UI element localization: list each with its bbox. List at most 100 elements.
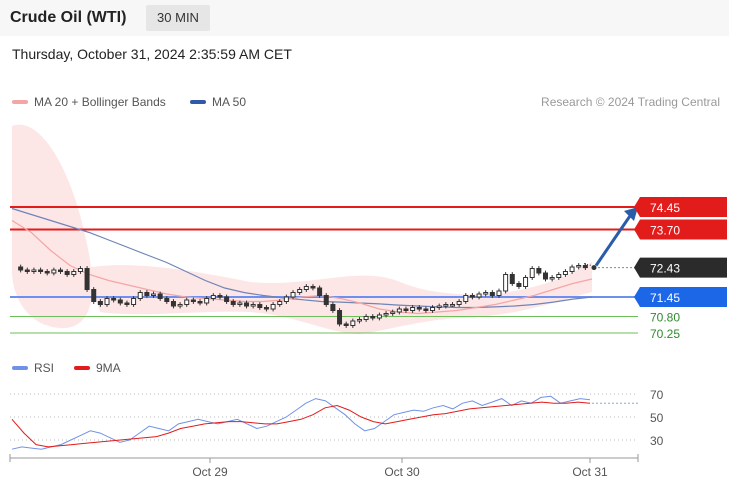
candle-body xyxy=(556,274,562,278)
candle-body xyxy=(151,293,157,296)
candle-body xyxy=(496,290,502,296)
candle-body xyxy=(204,298,210,304)
candle-body xyxy=(210,295,216,299)
candle-body xyxy=(523,277,529,287)
price-chart: 74.45 73.70 72.43 71.45 70.80 70.25 70 50 30 Oct … xyxy=(9,124,727,479)
candle-body xyxy=(403,308,409,311)
candle-body xyxy=(24,269,30,272)
level-label-0: 74.45 xyxy=(650,201,680,215)
level-label-1: 73.70 xyxy=(650,224,680,238)
candle-body xyxy=(430,307,436,311)
candle-body xyxy=(536,268,542,274)
candle-body xyxy=(124,302,130,305)
candle-body xyxy=(337,310,343,325)
candle-body xyxy=(131,298,137,305)
candle-body xyxy=(44,271,50,274)
candle-body xyxy=(529,268,535,278)
candle-body xyxy=(343,323,349,326)
candle-body xyxy=(396,308,402,313)
candle-body xyxy=(117,299,123,304)
candle-body xyxy=(97,301,103,305)
candle-body xyxy=(330,304,336,311)
candle-body xyxy=(58,269,64,272)
candle-body xyxy=(197,301,203,304)
level-tag-2 xyxy=(634,257,727,278)
candle-body xyxy=(363,316,369,320)
candle-body xyxy=(443,304,449,307)
x-tick-label: Oct 30 xyxy=(384,465,420,479)
candle-body xyxy=(356,319,362,322)
candle-body xyxy=(91,289,97,302)
candle-body xyxy=(111,298,117,301)
level-label-3: 71.45 xyxy=(650,291,680,305)
candle-body xyxy=(370,316,376,319)
candle-body xyxy=(317,287,323,296)
candle-body xyxy=(463,295,469,302)
candle-body xyxy=(297,289,303,293)
candle-body xyxy=(516,283,522,287)
candle-body xyxy=(469,295,475,298)
candle-body xyxy=(476,293,482,298)
candle-body xyxy=(549,277,555,280)
x-tick-label: Oct 29 xyxy=(192,465,228,479)
candle-body xyxy=(177,304,183,307)
candle-body xyxy=(64,271,70,275)
candle-body xyxy=(170,301,176,307)
rsi-tick-label: 70 xyxy=(650,388,664,402)
candle-body xyxy=(436,305,442,308)
level-label-4: 70.80 xyxy=(650,311,680,325)
candle-body xyxy=(18,266,24,271)
candle-body xyxy=(190,299,196,302)
candle-body xyxy=(230,301,236,305)
last-price-dot xyxy=(591,265,597,271)
candle-body xyxy=(283,296,289,302)
candle-body xyxy=(224,296,230,302)
candle-body xyxy=(237,302,243,305)
candle-body xyxy=(84,268,90,290)
candle-body xyxy=(350,320,356,326)
candle-body xyxy=(51,269,57,274)
candle-body xyxy=(562,271,568,275)
candle-body xyxy=(257,304,263,308)
candle-body xyxy=(456,301,462,305)
candle-body xyxy=(137,292,143,299)
candle-body xyxy=(270,304,276,310)
candle-body xyxy=(77,268,83,272)
level-tag-3 xyxy=(634,287,727,307)
candle-body xyxy=(416,307,422,310)
forecast-arrow xyxy=(594,212,634,267)
candle-body xyxy=(38,269,44,272)
level-tag-0 xyxy=(634,197,727,217)
candle-body xyxy=(71,271,77,275)
candle-body xyxy=(250,304,256,307)
candle-body xyxy=(263,307,269,310)
candle-body xyxy=(184,299,190,305)
candle-body xyxy=(157,293,163,299)
candle-body xyxy=(376,314,382,319)
candle-body xyxy=(323,295,329,305)
candle-body xyxy=(303,286,309,290)
candle-body xyxy=(576,265,582,268)
candle-body xyxy=(244,302,250,307)
candle-body xyxy=(489,292,495,296)
candle-body xyxy=(277,301,283,305)
candle-body xyxy=(483,292,489,295)
level-tag-1 xyxy=(634,219,727,240)
candle-body xyxy=(449,304,455,307)
candle-body xyxy=(383,313,389,316)
candle-body xyxy=(542,272,548,280)
candle-body xyxy=(310,286,316,289)
candle-body xyxy=(290,292,296,298)
candle-body xyxy=(410,307,416,311)
candle-body xyxy=(390,311,396,314)
candle-body xyxy=(31,269,37,272)
candle-body xyxy=(503,274,509,292)
candle-body xyxy=(569,266,575,272)
candle-body xyxy=(423,308,429,311)
candle-body xyxy=(582,265,588,269)
candle-body xyxy=(217,295,223,298)
candle-body xyxy=(164,298,170,302)
rsi-line xyxy=(11,395,591,450)
x-tick-label: Oct 31 xyxy=(572,465,608,479)
level-label-5: 70.25 xyxy=(650,327,680,341)
